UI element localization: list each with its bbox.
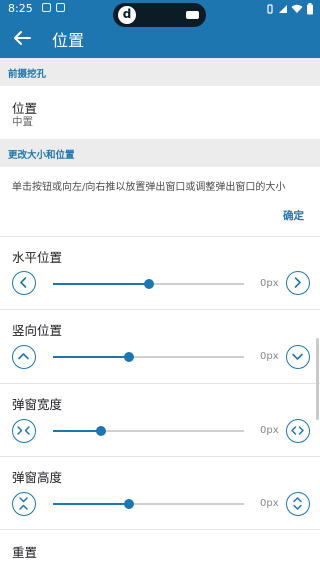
scrollbar[interactable] bbox=[316, 338, 319, 420]
slider-fill bbox=[53, 356, 130, 358]
slider-thumb[interactable] bbox=[143, 279, 154, 289]
wifi-icon bbox=[291, 4, 303, 13]
chevron-right-icon bbox=[294, 277, 301, 288]
status-time: 8:25 bbox=[8, 2, 33, 15]
increase-width-button[interactable] bbox=[286, 419, 310, 443]
horizontal-position-value: 0px bbox=[260, 278, 279, 289]
move-right-button[interactable] bbox=[286, 271, 310, 295]
section-title: 更改大小和位置 bbox=[8, 150, 75, 161]
position-pref-value: 中置 bbox=[12, 116, 33, 128]
decrease-height-button[interactable] bbox=[12, 492, 36, 516]
divider bbox=[0, 383, 320, 384]
confirm-button[interactable]: 确定 bbox=[283, 208, 304, 223]
divider bbox=[0, 236, 320, 237]
app-logo-icon: d bbox=[118, 6, 136, 24]
popup-height-slider[interactable] bbox=[53, 499, 244, 509]
horizontal-position-slider[interactable] bbox=[53, 279, 244, 289]
battery-icon bbox=[307, 3, 313, 15]
notification-icon bbox=[42, 3, 51, 12]
slider-thumb[interactable] bbox=[124, 499, 135, 509]
increase-height-button[interactable] bbox=[286, 492, 310, 516]
slider-thumb[interactable] bbox=[124, 352, 135, 362]
divider bbox=[0, 309, 320, 310]
camera-cutout-overlay: d bbox=[113, 3, 206, 27]
divider bbox=[0, 456, 320, 457]
expand-vertical-icon bbox=[293, 497, 302, 510]
vibrate-icon bbox=[267, 4, 273, 14]
shrink-horizontal-icon bbox=[17, 426, 30, 435]
instruction-text: 单击按钮或向左/向右推以放置弹出窗口或调整弹出窗口的大小 bbox=[12, 182, 286, 193]
popup-width-value: 0px bbox=[260, 425, 279, 436]
popup-width-slider[interactable] bbox=[53, 426, 244, 436]
reset-button[interactable]: 重置 bbox=[12, 542, 37, 561]
popup-width-title: 弹窗宽度 bbox=[12, 397, 63, 412]
section-header-size-position: 更改大小和位置 bbox=[0, 139, 320, 167]
signal-icon bbox=[279, 5, 287, 13]
section-title: 前摄挖孔 bbox=[8, 69, 47, 80]
slider-fill bbox=[53, 283, 149, 285]
slider-thumb[interactable] bbox=[95, 426, 106, 436]
chevron-left-icon bbox=[20, 277, 27, 288]
vertical-position-title: 竖向位置 bbox=[12, 323, 63, 338]
move-left-button[interactable] bbox=[12, 271, 36, 295]
horizontal-position-title: 水平位置 bbox=[12, 250, 63, 265]
popup-height-value: 0px bbox=[260, 498, 279, 509]
section-header-cutout: 前摄挖孔 bbox=[0, 58, 320, 86]
overlay-indicator-icon bbox=[186, 11, 199, 19]
page-title: 位置 bbox=[52, 31, 85, 50]
vertical-position-value: 0px bbox=[260, 351, 279, 362]
chevron-up-icon bbox=[18, 353, 29, 360]
shrink-vertical-icon bbox=[19, 497, 28, 510]
move-down-button[interactable] bbox=[286, 345, 310, 369]
expand-horizontal-icon bbox=[291, 426, 304, 435]
vertical-position-slider[interactable] bbox=[53, 352, 244, 362]
popup-height-title: 弹窗高度 bbox=[12, 470, 63, 485]
divider bbox=[0, 529, 320, 530]
position-preference[interactable]: 位置 中置 bbox=[0, 86, 320, 138]
notification-icon bbox=[56, 3, 65, 12]
move-up-button[interactable] bbox=[12, 345, 36, 369]
arrow-left-icon[interactable] bbox=[10, 26, 34, 50]
system-icons bbox=[265, 1, 314, 17]
decrease-width-button[interactable] bbox=[12, 419, 36, 443]
slider-fill bbox=[53, 430, 101, 432]
chevron-down-icon bbox=[292, 353, 303, 360]
slider-fill bbox=[53, 503, 130, 505]
